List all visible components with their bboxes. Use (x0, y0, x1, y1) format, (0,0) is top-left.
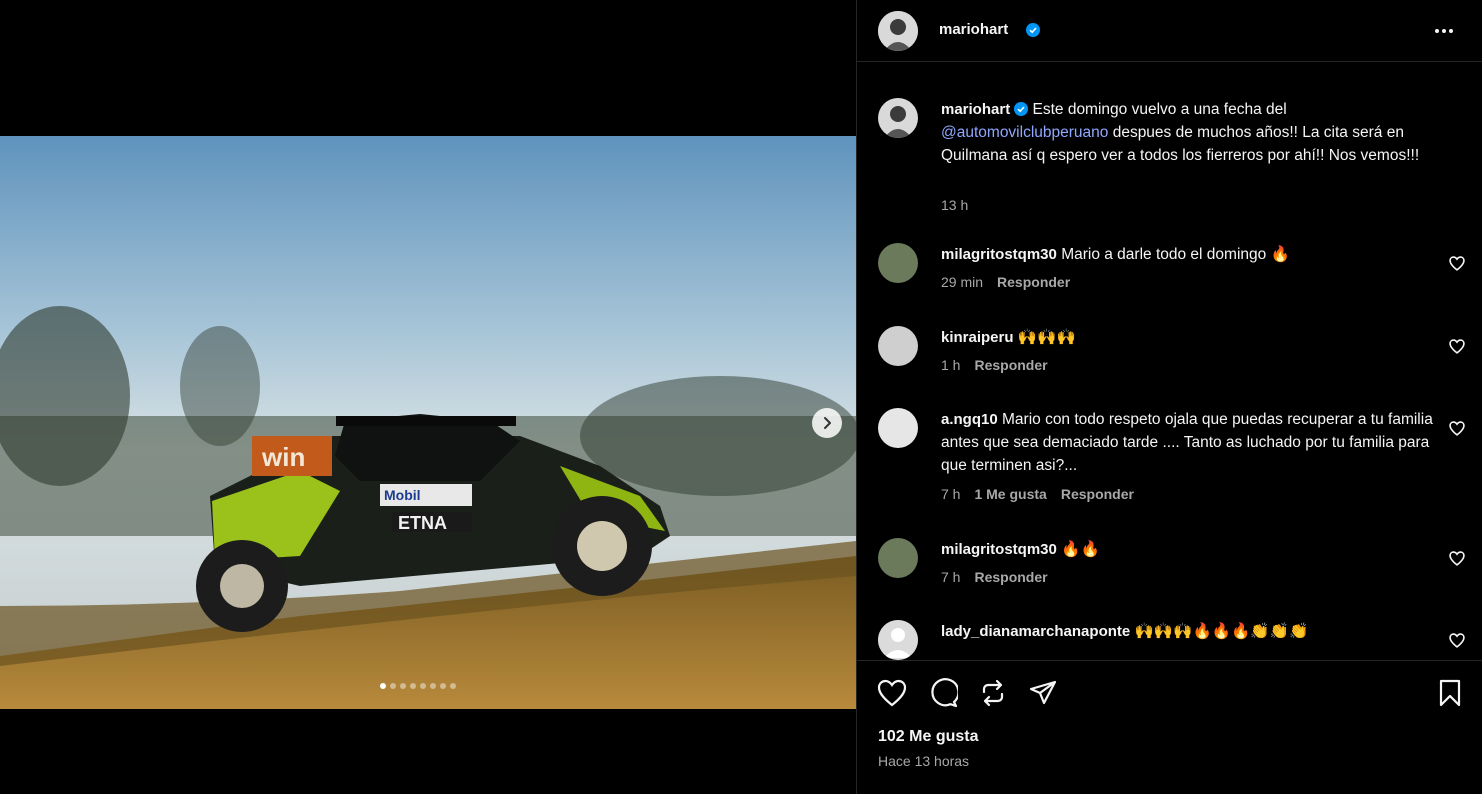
mobil-logo-text: Mobil (384, 487, 421, 503)
comment-avatar[interactable] (878, 408, 918, 448)
chevron-right-icon (824, 417, 831, 429)
comment-username[interactable]: milagritostqm30 (941, 246, 1057, 263)
repost-button[interactable] (977, 677, 1009, 709)
comment-meta: 7 h 1 Me gusta Responder (941, 486, 1148, 502)
comment-meta: 7 h Responder (941, 569, 1062, 585)
verified-badge-icon (1026, 23, 1040, 37)
share-button[interactable] (1027, 677, 1059, 709)
comment-time: 7 h (941, 486, 961, 502)
comment-time: 29 min (941, 274, 984, 290)
comment-reply-button[interactable]: Responder (974, 357, 1047, 373)
default-avatar-icon (878, 620, 918, 660)
comment-reply-button[interactable]: Responder (997, 274, 1070, 290)
comment-avatar[interactable] (878, 326, 918, 366)
comment-text: Mario con todo respeto ojala que puedas … (941, 411, 1433, 474)
comment-text: Mario a darle todo el domingo 🔥 (1061, 246, 1290, 263)
comment-reply-button[interactable]: Responder (974, 569, 1047, 585)
caption-text-before: Este domingo vuelvo a una fecha del (1032, 101, 1287, 118)
comment-avatar[interactable] (878, 620, 918, 660)
post-header: mariohart (857, 0, 1482, 62)
save-button[interactable] (1434, 677, 1466, 709)
comment-body: lady_dianamarchanaponte 🙌🙌🙌🔥🔥🔥👏👏👏 (941, 620, 1441, 643)
more-options-icon (1435, 29, 1453, 33)
comment-avatar[interactable] (878, 243, 918, 283)
verified-badge-icon (1014, 102, 1029, 116)
heart-icon (1449, 339, 1465, 354)
carousel-dot (450, 683, 456, 689)
comment-time: 7 h (941, 569, 961, 585)
comments-list[interactable]: mariohart Este domingo vuelvo a una fech… (857, 63, 1482, 660)
author-avatar[interactable] (878, 11, 918, 51)
comment-button[interactable] (927, 677, 959, 709)
heart-icon (1449, 551, 1465, 566)
comment-body: a.ngq10 Mario con todo respeto ojala que… (941, 408, 1441, 477)
comment-like-button[interactable] (1449, 551, 1465, 567)
author-username[interactable]: mariohart (939, 21, 1008, 38)
carousel-dot (390, 683, 396, 689)
carousel-dot (430, 683, 436, 689)
post-time-ago: Hace 13 horas (878, 753, 970, 769)
caption-avatar-image (878, 98, 918, 138)
heart-icon (1449, 633, 1465, 648)
caption-meta: 13 h (941, 197, 982, 213)
author-avatar-image (878, 11, 918, 51)
carousel-dot (380, 683, 386, 689)
win-logo-text: win (261, 442, 305, 472)
comment-icon (931, 678, 958, 708)
rally-car-photo: win Mobil ETNA (0, 136, 856, 709)
caption-mention-link[interactable]: @automovilclubperuano (941, 124, 1108, 141)
comment-username[interactable]: a.ngq10 (941, 411, 998, 428)
heart-icon (1449, 421, 1465, 436)
comment-reply-button[interactable]: Responder (1061, 486, 1134, 502)
comment-body: milagritostqm30 🔥🔥 (941, 538, 1441, 561)
likes-count[interactable]: 102 Me gusta (878, 728, 978, 746)
share-icon (1029, 680, 1057, 705)
comment-likes-link[interactable]: 1 Me gusta (974, 486, 1046, 502)
bookmark-icon (1439, 679, 1461, 707)
carousel-dot (400, 683, 406, 689)
post-photo[interactable]: win Mobil ETNA (0, 136, 856, 709)
repost-icon (982, 679, 1004, 707)
caption-text: mariohart Este domingo vuelvo a una fech… (941, 98, 1441, 167)
comment-text: 🙌🙌🙌 (1017, 329, 1076, 346)
comment-like-button[interactable] (1449, 633, 1465, 649)
caption-username[interactable]: mariohart (941, 101, 1010, 118)
comment-username[interactable]: milagritostqm30 (941, 541, 1057, 558)
comment-like-button[interactable] (1449, 421, 1465, 437)
heart-icon (1449, 256, 1465, 271)
like-button[interactable] (876, 677, 908, 709)
comment-time: 1 h (941, 357, 961, 373)
comment-meta: 1 h Responder (941, 357, 1062, 373)
carousel-dot (440, 683, 446, 689)
etna-logo-text: ETNA (398, 513, 447, 533)
comment-username[interactable]: kinraiperu (941, 329, 1014, 346)
post-side-panel: mariohart mariohart Este domingo vuelvo … (856, 0, 1482, 794)
comment-text: 🙌🙌🙌🔥🔥🔥👏👏👏 (1134, 623, 1309, 640)
carousel-dot (420, 683, 426, 689)
comment-meta: 29 min Responder (941, 274, 1084, 290)
heart-icon (877, 679, 907, 707)
comment-text: 🔥🔥 (1061, 541, 1100, 558)
carousel-dot (410, 683, 416, 689)
comment-avatar[interactable] (878, 538, 918, 578)
carousel-dots (380, 683, 456, 689)
comment-like-button[interactable] (1449, 256, 1465, 272)
caption-author-avatar[interactable] (878, 98, 918, 138)
post-actions: 102 Me gusta Hace 13 horas (857, 660, 1482, 794)
caption-time: 13 h (941, 197, 969, 213)
comment-body: kinraiperu 🙌🙌🙌 (941, 326, 1441, 349)
more-options-button[interactable] (1429, 20, 1459, 42)
next-slide-button[interactable] (812, 408, 842, 438)
comment-username[interactable]: lady_dianamarchanaponte (941, 623, 1130, 640)
post-media-area: win Mobil ETNA (0, 0, 856, 794)
comment-body: milagritostqm30 Mario a darle todo el do… (941, 243, 1441, 266)
comment-like-button[interactable] (1449, 339, 1465, 355)
